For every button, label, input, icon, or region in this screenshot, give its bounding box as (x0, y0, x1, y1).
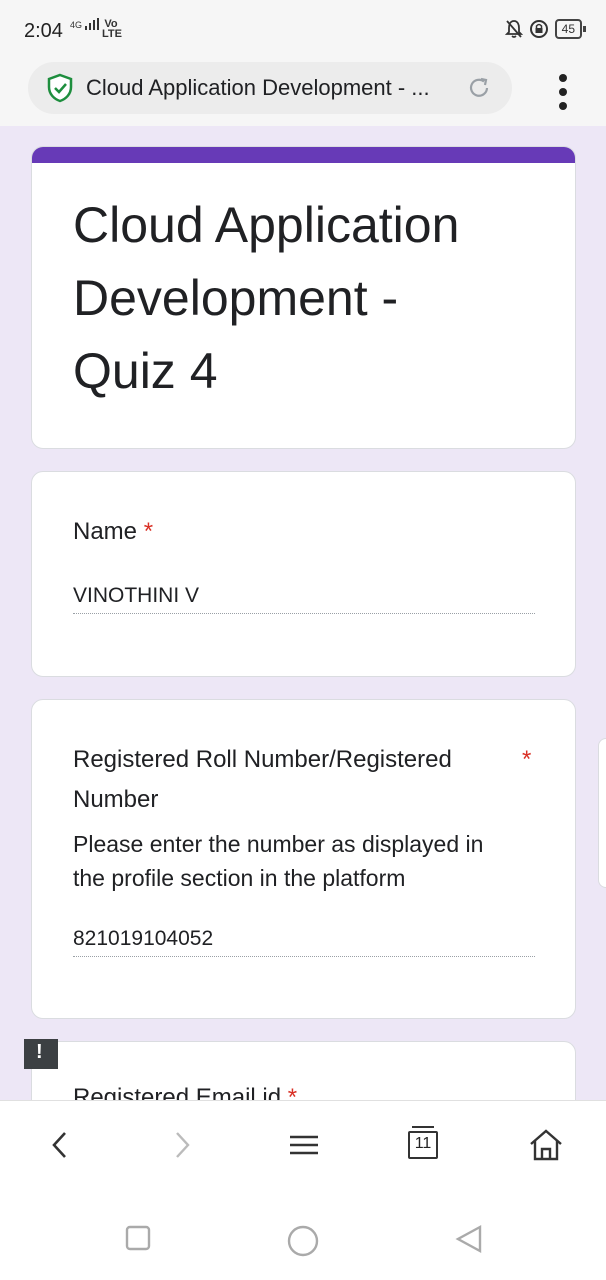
question-label-line: Number (73, 786, 159, 813)
network-type: 4G (70, 20, 83, 30)
url-bar[interactable]: Cloud Application Development - ... (28, 62, 512, 114)
form-title-line: Development - (73, 270, 399, 326)
home-icon[interactable] (528, 1127, 564, 1163)
question-label: Registered Email id (73, 1084, 282, 1100)
required-mark: * (287, 1084, 298, 1100)
status-icons: 45 (504, 19, 587, 39)
form-content: Cloud Application Development - Quiz 4 N… (0, 126, 606, 1100)
form-title-card: Cloud Application Development - Quiz 4 (31, 146, 576, 449)
reload-icon[interactable] (466, 75, 492, 101)
required-mark: * (522, 746, 532, 773)
status-time: 2:04 (24, 20, 63, 42)
data-saver-icon (529, 20, 548, 38)
name-answer-field[interactable]: VINOTHINI V (73, 584, 199, 608)
question-label-line: Registered Roll Number/Registered (73, 746, 452, 773)
hamburger-menu-icon[interactable] (288, 1127, 320, 1163)
network-indicator: 4G (70, 18, 99, 30)
question-label-email: Registered Email id * (73, 1078, 297, 1100)
question-card-roll-number: Registered Roll Number/Registered Number… (31, 699, 576, 1019)
more-options-icon[interactable] (558, 74, 568, 110)
notifications-off-icon (504, 20, 523, 38)
question-label-roll-number: Registered Roll Number/Registered Number (73, 740, 452, 820)
tabs-button[interactable]: 11 (408, 1126, 438, 1159)
browser-toolbar: 11 (0, 1100, 606, 1188)
address-bar-area: Cloud Application Development - ... (0, 60, 606, 126)
question-card-email: Registered Email id * (31, 1041, 576, 1100)
question-description-line: the profile section in the platform (73, 865, 406, 891)
answer-underline (73, 613, 535, 614)
back-icon[interactable] (48, 1127, 72, 1163)
title-accent-bar (32, 147, 575, 163)
signal-icon (84, 18, 99, 30)
side-panel-handle[interactable] (598, 738, 606, 888)
forward-icon[interactable] (170, 1127, 194, 1163)
status-bar: 2:04 4G Vo LTE 45 (0, 0, 606, 60)
battery-indicator: 45 (554, 19, 587, 39)
roll-number-answer-field[interactable]: 821019104052 (73, 927, 213, 951)
question-description: Please enter the number as displayed in … (73, 827, 483, 895)
back-triangle-icon[interactable] (454, 1224, 484, 1254)
required-mark: * (143, 518, 154, 545)
question-card-name: Name * VINOTHINI V (31, 471, 576, 677)
feedback-icon-glyph: ! (36, 1041, 43, 1063)
form-title: Cloud Application Development - Quiz 4 (73, 189, 535, 408)
volte-indicator: Vo LTE (102, 18, 122, 40)
home-circle-icon[interactable] (286, 1224, 320, 1258)
system-navigation-bar (0, 1188, 606, 1280)
answer-underline (73, 956, 535, 957)
question-label: Name (73, 518, 138, 545)
recent-apps-icon[interactable] (124, 1224, 152, 1252)
question-description-line: Please enter the number as displayed in (73, 831, 484, 857)
url-title: Cloud Application Development - ... (86, 75, 430, 100)
question-label-name: Name * (73, 512, 153, 552)
shield-check-icon (47, 73, 73, 103)
report-feedback-icon[interactable]: ! (24, 1039, 58, 1069)
form-title-line: Cloud Application (73, 197, 460, 253)
form-title-line: Quiz 4 (73, 343, 218, 399)
